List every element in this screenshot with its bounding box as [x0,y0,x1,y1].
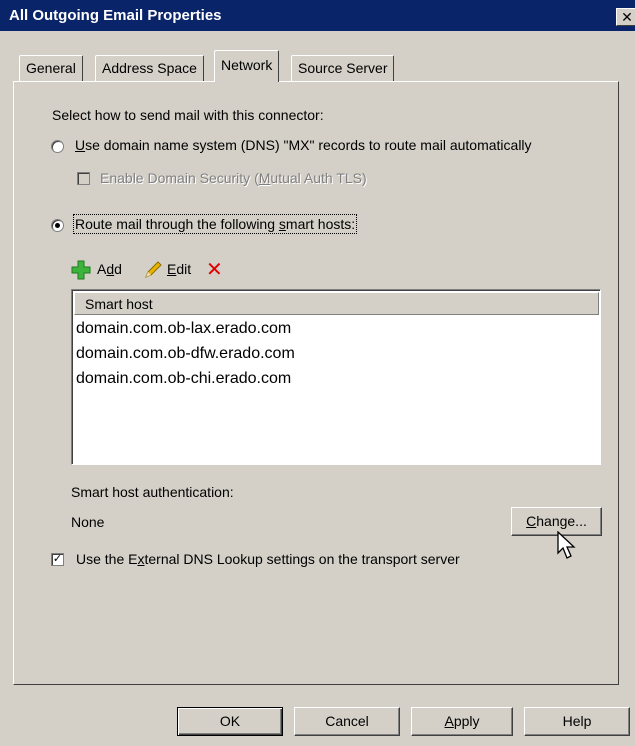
auth-value: None [71,514,105,530]
dns-option-text: se domain name system (DNS) "MX" records… [85,137,532,153]
column-header-label: Smart host [85,296,153,312]
smarthost-text-post: mart hosts: [285,216,356,232]
tab-source-server-label: Source Server [298,60,388,76]
close-button[interactable]: ✕ [616,8,635,26]
add-label-mnemonic: d [106,261,115,277]
edit-button-label: Edit [167,261,191,277]
add-icon [71,260,91,280]
radio-selected-dot [55,223,60,228]
domain-security-text-post: utual Auth TLS) [270,170,367,186]
list-item[interactable]: domain.com.ob-dfw.erado.com [76,345,295,363]
edit-label-post: dit [176,261,192,277]
dns-radio[interactable] [51,140,64,153]
list-item[interactable]: domain.com.ob-chi.erado.com [76,370,291,388]
tab-source-server[interactable]: Source Server [291,55,395,81]
close-icon: ✕ [621,9,633,25]
mouse-cursor-icon [557,531,576,559]
smart-hosts-list[interactable]: Smart host domain.com.ob-lax.erado.com d… [71,289,601,465]
dns-option-label[interactable]: Use domain name system (DNS) "MX" record… [75,137,532,153]
ok-button[interactable]: OK [177,707,283,736]
domain-security-checkbox[interactable] [77,172,90,185]
title-bar[interactable]: All Outgoing Email Properties ✕ [0,0,635,31]
apply-mnemonic: A [444,713,454,729]
list-item[interactable]: domain.com.ob-lax.erado.com [76,320,291,338]
change-label-post: hange... [536,513,587,529]
properties-dialog: All Outgoing Email Properties ✕ General … [0,0,635,746]
change-mnemonic: C [526,513,537,529]
tab-address-space-label: Address Space [102,60,197,76]
add-label-post: d [114,261,122,277]
cancel-button[interactable]: Cancel [294,707,400,736]
smarthost-mnemonic: s [278,216,286,232]
domain-security-mnemonic: M [258,170,271,186]
delete-icon: ✕ [206,259,223,281]
dns-option-mnemonic: U [75,137,86,153]
domain-security-text-pre: Enable Domain Security ( [100,170,259,186]
auth-label: Smart host authentication: [71,484,234,500]
tab-network-label: Network [221,57,273,73]
tab-general[interactable]: General [19,55,83,81]
domain-security-label: Enable Domain Security (Mutual Auth TLS) [100,170,367,186]
smarthost-radio[interactable] [51,219,64,232]
external-dns-label[interactable]: Use the External DNS Lookup settings on … [76,551,460,567]
help-button[interactable]: Help [524,707,630,736]
delete-button[interactable]: ✕ [206,257,223,281]
add-label-pre: A [97,261,107,277]
column-header-smart-host[interactable]: Smart host [74,292,599,315]
smarthost-option-label[interactable]: Route mail through the following smart h… [72,214,358,234]
apply-button[interactable]: Apply [411,707,513,736]
tab-network[interactable]: Network [214,50,280,82]
external-dns-checkbox[interactable]: ✓ [51,553,64,566]
edit-label-mnemonic: E [167,261,177,277]
tab-address-space[interactable]: Address Space [95,55,204,81]
external-dns-text-pre: Use the E [76,551,138,567]
external-dns-text-post: ternal DNS Lookup settings on the transp… [144,551,460,567]
checkmark-icon: ✓ [52,553,63,565]
pencil-icon [145,261,162,278]
apply-label-post: pply [453,713,480,729]
tab-general-label: General [26,60,76,76]
routing-prompt: Select how to send mail with this connec… [52,107,324,123]
smarthost-text-pre: Route mail through the following [75,216,279,232]
add-button-label: Add [97,261,122,277]
window-title: All Outgoing Email Properties [9,7,222,24]
